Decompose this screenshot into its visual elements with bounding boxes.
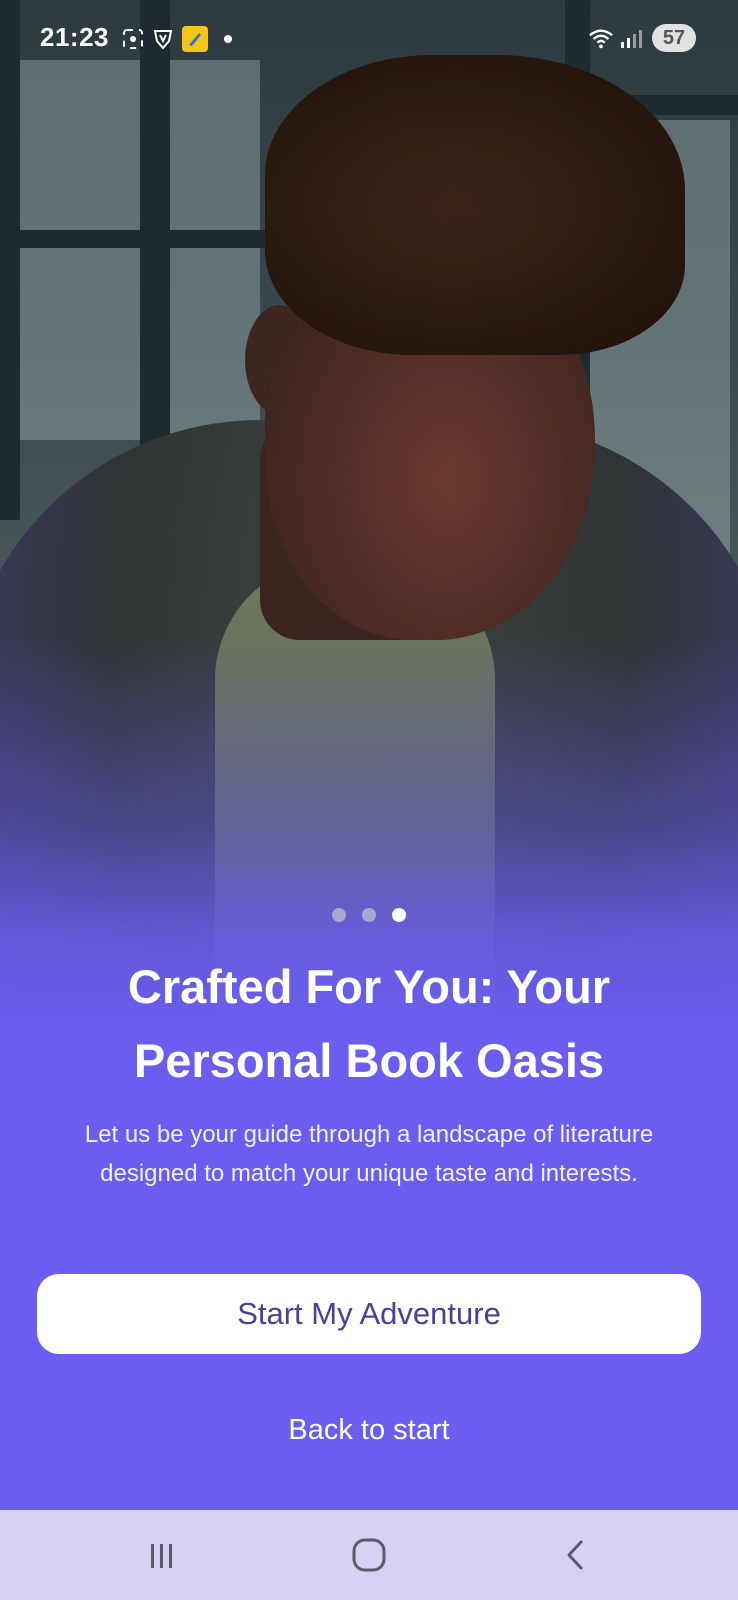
vpn-shield-icon (150, 26, 176, 52)
start-adventure-button[interactable]: Start My Adventure (37, 1274, 701, 1354)
signal-icon (618, 26, 644, 52)
status-bar: 21:23 57 (0, 0, 738, 80)
onboarding-screen: 21:23 57 Crafted For You: Your Personal … (0, 0, 738, 1600)
home-icon[interactable] (329, 1530, 409, 1580)
page-indicator (0, 900, 738, 930)
page-dot-3-active[interactable] (392, 908, 406, 922)
battery-indicator: 57 (652, 24, 696, 52)
back-icon[interactable] (536, 1530, 616, 1580)
system-nav-bar (0, 1510, 738, 1600)
wifi-icon (588, 26, 614, 52)
back-to-start-link[interactable]: Back to start (0, 1405, 738, 1455)
screenshot-icon (120, 26, 146, 52)
onboarding-subtitle: Let us be your guide through a landscape… (84, 1121, 654, 1187)
app-notification-icon (182, 26, 208, 52)
onboarding-title: Crafted For You: Your Personal Book Oasi… (127, 960, 611, 1087)
page-dot-1[interactable] (332, 908, 346, 922)
status-time: 21:23 (40, 22, 109, 52)
recent-apps-icon[interactable] (122, 1530, 202, 1580)
dot-icon (215, 26, 241, 52)
page-dot-2[interactable] (362, 908, 376, 922)
